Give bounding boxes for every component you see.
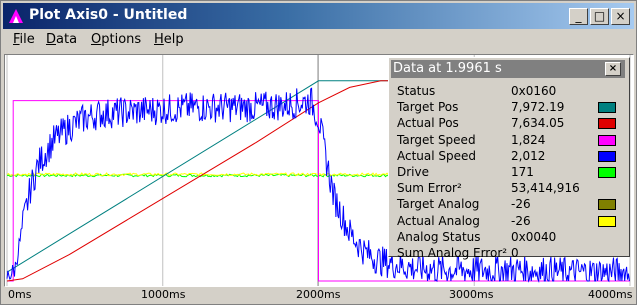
- x-tick-label: 4000ms: [588, 288, 633, 301]
- data-row: Analog Status 0x0040: [397, 230, 625, 246]
- data-row-label: Actual Speed: [397, 148, 477, 163]
- data-row-label: Target Pos: [397, 100, 459, 115]
- menu-help[interactable]: Help: [154, 32, 184, 47]
- window-title: Plot Axis0 - Untitled: [29, 7, 188, 23]
- data-row: Status 0x0160: [397, 84, 625, 100]
- data-panel-title: Data at 1.9961 s: [393, 61, 502, 76]
- app-icon: [9, 9, 23, 23]
- data-row-value: 53,414,916: [511, 181, 580, 196]
- data-row-value: 2,012: [511, 148, 546, 163]
- data-row-label: Sum Analog Error²: [397, 246, 508, 260]
- data-row-value: 7,972.19: [511, 100, 565, 115]
- data-row-value: 171: [511, 165, 534, 179]
- data-row: Sum Analog Error² 0: [397, 246, 625, 262]
- data-row: Actual Analog -26: [397, 214, 625, 230]
- minimize-button[interactable]: _: [569, 8, 588, 25]
- data-row: Drive 171: [397, 165, 625, 181]
- menu-bar: File Data Options Help: [3, 30, 634, 52]
- data-row-value: 0: [511, 246, 519, 260]
- x-tick-label: 2000ms: [296, 288, 341, 301]
- data-row: Target Analog -26: [397, 197, 625, 213]
- data-row-label: Actual Pos: [397, 116, 459, 131]
- x-tick-label: 0ms: [8, 288, 32, 301]
- x-tick-label: 1000ms: [141, 288, 186, 301]
- data-row-label: Target Analog: [397, 197, 480, 212]
- data-row: Target Speed 1,824: [397, 133, 625, 149]
- plot-window: Plot Axis0 - Untitled _ □ × File Data Op…: [0, 0, 637, 305]
- series-color-swatch[interactable]: [598, 150, 616, 162]
- series-color-swatch[interactable]: [598, 199, 616, 211]
- data-row: Sum Error² 53,414,916: [397, 181, 625, 197]
- data-row-value: -26: [511, 213, 531, 228]
- data-row-value: 0x0160: [511, 84, 557, 98]
- data-row-label: Drive: [397, 165, 429, 179]
- x-tick-label: 3000ms: [449, 288, 494, 301]
- series-color-swatch[interactable]: [598, 167, 616, 178]
- data-row-label: Analog Status: [397, 229, 481, 244]
- data-row-value: 0x0040: [511, 229, 557, 244]
- series-color-swatch[interactable]: [598, 134, 616, 146]
- menu-file[interactable]: File: [13, 32, 35, 47]
- title-bar[interactable]: Plot Axis0 - Untitled _ □ ×: [3, 3, 634, 29]
- data-row-label: Sum Error²: [397, 181, 462, 196]
- data-row: Actual Speed 2,012: [397, 149, 625, 165]
- data-row-value: -26: [511, 197, 531, 212]
- data-panel[interactable]: Data at 1.9961 s × Status 0x0160 Target Po…: [388, 57, 630, 260]
- data-panel-header[interactable]: Data at 1.9961 s ×: [391, 60, 625, 78]
- data-row-value: 7,634.05: [511, 116, 565, 131]
- data-row-value: 1,824: [511, 132, 546, 147]
- series-color-swatch[interactable]: [598, 118, 616, 130]
- series-color-swatch[interactable]: [598, 102, 616, 114]
- data-row-label: Status: [397, 84, 436, 98]
- maximize-button[interactable]: □: [590, 8, 609, 25]
- menu-data[interactable]: Data: [46, 32, 77, 47]
- data-row-label: Target Speed: [397, 132, 476, 147]
- data-row: Target Pos 7,972.19: [397, 100, 625, 116]
- data-row: Actual Pos 7,634.05: [397, 116, 625, 132]
- close-button[interactable]: ×: [611, 8, 630, 25]
- data-panel-close-button[interactable]: ×: [605, 62, 621, 76]
- data-row-label: Actual Analog: [397, 213, 480, 228]
- x-axis: 0ms 1000ms 2000ms 3000ms 4000ms: [4, 287, 634, 305]
- menu-options[interactable]: Options: [91, 32, 141, 47]
- series-color-swatch[interactable]: [598, 215, 616, 227]
